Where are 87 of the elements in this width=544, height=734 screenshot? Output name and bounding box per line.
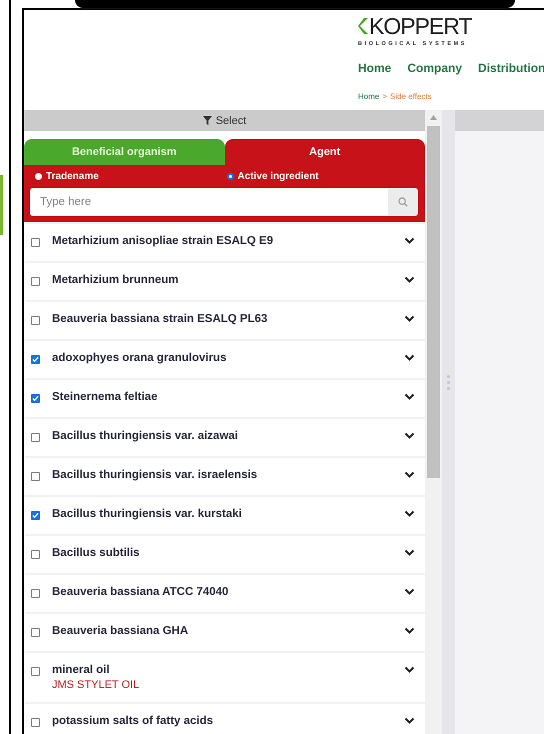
chevron-down-icon <box>404 315 415 323</box>
search-button[interactable] <box>388 188 418 216</box>
expand-button[interactable] <box>404 627 415 635</box>
expand-button[interactable] <box>404 393 415 401</box>
list-item[interactable]: Metarhizium brunneum <box>24 263 425 300</box>
item-name: Metarhizium anisopliae strain ESALQ E9 <box>52 235 274 247</box>
chevron-down-icon <box>404 717 415 725</box>
chevron-down-icon <box>404 627 415 635</box>
item-name: Bacillus thuringiensis var. israelensis <box>52 469 258 481</box>
select-bar[interactable]: Select <box>24 110 425 131</box>
scrollbar[interactable] <box>425 110 442 734</box>
chevron-down-icon <box>404 432 415 440</box>
radio-option[interactable]: Active ingredient <box>226 171 418 182</box>
chevron-down-icon <box>404 588 415 596</box>
expand-button[interactable] <box>404 471 415 479</box>
checkbox[interactable] <box>31 277 40 286</box>
radio-label: Active ingredient <box>238 171 319 182</box>
expand-button[interactable] <box>404 510 415 518</box>
chevron-down-icon <box>404 354 415 362</box>
checkbox[interactable] <box>31 511 40 520</box>
expand-button[interactable] <box>404 432 415 440</box>
search-field[interactable]: Type here <box>30 188 388 216</box>
checkbox[interactable] <box>31 667 40 676</box>
scrollbar-thumb[interactable] <box>427 126 440 478</box>
checkbox[interactable] <box>31 394 40 403</box>
expand-button[interactable] <box>404 354 415 362</box>
checkbox[interactable] <box>31 316 40 325</box>
nav-link[interactable]: Company <box>407 61 462 75</box>
checkbox[interactable] <box>31 355 40 364</box>
list-item[interactable]: Bacillus thuringiensis var. aizawai <box>24 419 425 456</box>
chevron-down-icon <box>404 510 415 518</box>
radio-icon[interactable] <box>226 173 234 180</box>
chevron-logo-icon <box>358 18 368 34</box>
list-item[interactable]: potassium salts of fatty acids <box>24 704 425 734</box>
list-item[interactable]: Bacillus subtilis <box>24 536 425 573</box>
chevron-down-icon <box>404 666 415 674</box>
item-name: Bacillus thuringiensis var. aizawai <box>52 430 239 442</box>
checkbox[interactable] <box>31 550 40 559</box>
list-item[interactable]: Beauveria bassiana GHA <box>24 614 425 651</box>
expand-button[interactable] <box>404 717 415 725</box>
filter-icon <box>202 116 212 125</box>
list-item[interactable]: Beauveria bassiana ATCC 74040 <box>24 575 425 612</box>
breadcrumb-separator: > <box>382 92 388 101</box>
item-name: mineral oil <box>52 664 111 676</box>
expand-button[interactable] <box>404 666 415 674</box>
product-name: JMS STYLET OIL <box>52 679 140 691</box>
item-name: potassium salts of fatty acids <box>52 715 214 727</box>
chevron-down-icon <box>404 237 415 245</box>
chevron-down-icon <box>404 471 415 479</box>
nav-link[interactable]: Home <box>358 61 392 75</box>
search-icon <box>398 197 408 207</box>
radio-icon[interactable] <box>35 173 42 180</box>
expand-button[interactable] <box>404 315 415 323</box>
checkbox[interactable] <box>31 718 40 727</box>
tab[interactable]: Agent <box>224 139 425 165</box>
item-name: Beauveria bassiana GHA <box>52 625 190 637</box>
side-panel-edge <box>0 175 3 235</box>
chevron-down-icon <box>404 549 415 557</box>
radio-option[interactable]: Tradename <box>35 171 226 182</box>
expand-button[interactable] <box>404 276 415 284</box>
list-item[interactable]: adoxophyes orana granulovirus <box>24 341 425 378</box>
list-item[interactable]: mineral oil JMS STYLET OIL <box>24 653 425 702</box>
list-item[interactable]: Beauveria bassiana strain ESALQ PL63 <box>24 302 425 339</box>
item-name: Bacillus thuringiensis var. kurstaki <box>52 508 243 520</box>
item-name: Steinernema feltiae <box>52 391 158 403</box>
checkbox[interactable] <box>31 589 40 598</box>
item-name: Metarhizium brunneum <box>52 274 180 286</box>
list-item[interactable]: Steinernema feltiae <box>24 380 425 417</box>
expand-button[interactable] <box>404 588 415 596</box>
chevron-down-icon <box>404 393 415 401</box>
select-label: Select <box>216 114 246 126</box>
checkbox[interactable] <box>31 472 40 481</box>
checkbox[interactable] <box>31 238 40 247</box>
list-item[interactable]: Bacillus thuringiensis var. israelensis <box>24 458 425 495</box>
item-name: Beauveria bassiana strain ESALQ PL63 <box>52 313 268 325</box>
expand-button[interactable] <box>404 549 415 557</box>
expand-button[interactable] <box>404 237 415 245</box>
checkbox[interactable] <box>31 628 40 637</box>
chevron-down-icon <box>404 276 415 284</box>
radio-label: Tradename <box>46 171 99 182</box>
item-name: adoxophyes orana granulovirus <box>52 352 228 364</box>
checkbox[interactable] <box>31 433 40 442</box>
item-name: Bacillus subtilis <box>52 547 141 559</box>
breadcrumb-link[interactable]: Home <box>358 92 380 101</box>
list-item[interactable]: Metarhizium anisopliae strain ESALQ E9 <box>24 224 425 261</box>
list-item[interactable]: Bacillus thuringiensis var. kurstaki <box>24 497 425 534</box>
item-name: Beauveria bassiana ATCC 74040 <box>52 586 230 598</box>
